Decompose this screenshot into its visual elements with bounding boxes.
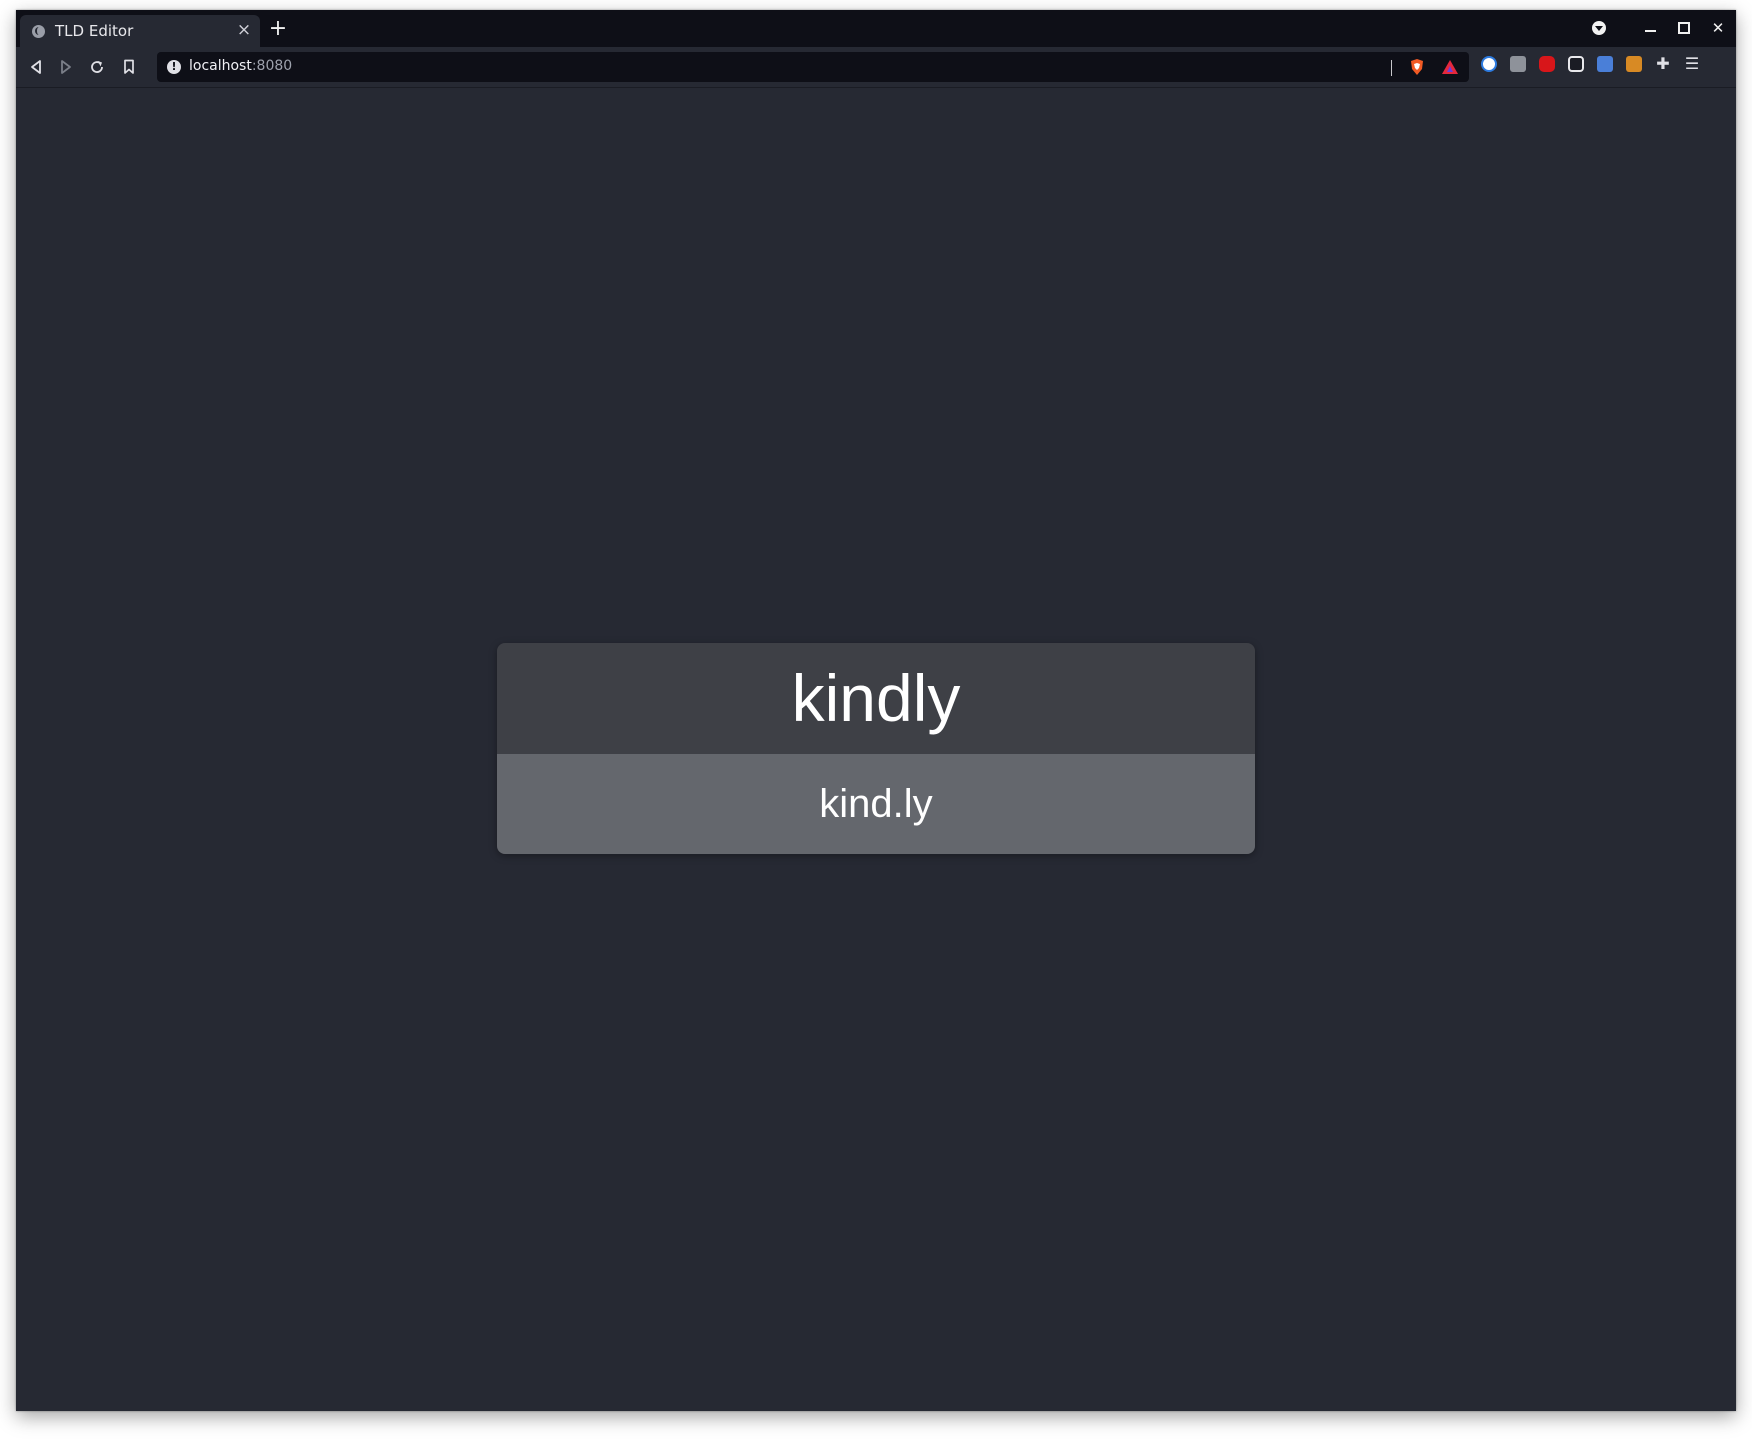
close-window-button[interactable]: ✕: [1710, 20, 1726, 36]
profile-menu-icon[interactable]: [1592, 21, 1606, 35]
reload-icon: [91, 61, 103, 73]
back-arrow-icon: [31, 60, 41, 74]
brave-shields-icon[interactable]: [1409, 58, 1425, 76]
menu-icon[interactable]: ☰: [1684, 56, 1700, 72]
address-bar[interactable]: ! localhost:8080: [157, 52, 1469, 82]
puzzle-icon[interactable]: ✚: [1655, 56, 1671, 72]
forward-arrow-icon: [61, 60, 71, 74]
url-port: :8080: [251, 58, 293, 74]
browser-window: TLD Editor × + ✕ ! localhost:8080 ✚ ☰ ki…: [16, 10, 1736, 1411]
new-tab-button[interactable]: +: [267, 18, 289, 40]
tab-title: TLD Editor: [55, 22, 134, 40]
bookmark-icon: [124, 59, 134, 74]
forward-button[interactable]: [54, 55, 78, 79]
bookmark-button[interactable]: [117, 55, 141, 79]
reload-button[interactable]: [85, 55, 109, 79]
tab-strip: TLD Editor × + ✕: [16, 10, 1736, 47]
domain-hack-label[interactable]: kind.ly: [497, 754, 1255, 854]
extensions-toolbar: ✚ ☰: [1481, 56, 1700, 72]
navigation-toolbar: ! localhost:8080 ✚ ☰: [16, 47, 1736, 88]
word-heading: kindly: [497, 643, 1255, 754]
globe-icon: [32, 25, 45, 38]
window-controls: ✕: [1592, 16, 1726, 40]
tab-close-icon[interactable]: ×: [234, 20, 254, 40]
url-text[interactable]: localhost:8080: [189, 58, 292, 74]
grey-extension-icon[interactable]: [1510, 56, 1526, 72]
minimize-button[interactable]: [1642, 20, 1658, 36]
orange-extension-icon[interactable]: [1626, 56, 1642, 72]
address-bar-divider: [1391, 60, 1392, 76]
reader-icon[interactable]: [1568, 56, 1584, 72]
domain-card: kindly kind.ly: [497, 643, 1255, 854]
back-button[interactable]: [24, 55, 48, 79]
translate-icon[interactable]: [1597, 56, 1613, 72]
page-content: kindly kind.ly: [16, 88, 1736, 1411]
1password-icon[interactable]: [1481, 56, 1497, 72]
brave-rewards-icon[interactable]: [1441, 59, 1459, 75]
tab-tld-editor[interactable]: TLD Editor ×: [20, 15, 260, 47]
maximize-button[interactable]: [1676, 20, 1692, 36]
site-info-icon[interactable]: !: [167, 60, 181, 74]
url-host: localhost: [189, 58, 252, 74]
red-mask-icon[interactable]: [1539, 56, 1555, 72]
